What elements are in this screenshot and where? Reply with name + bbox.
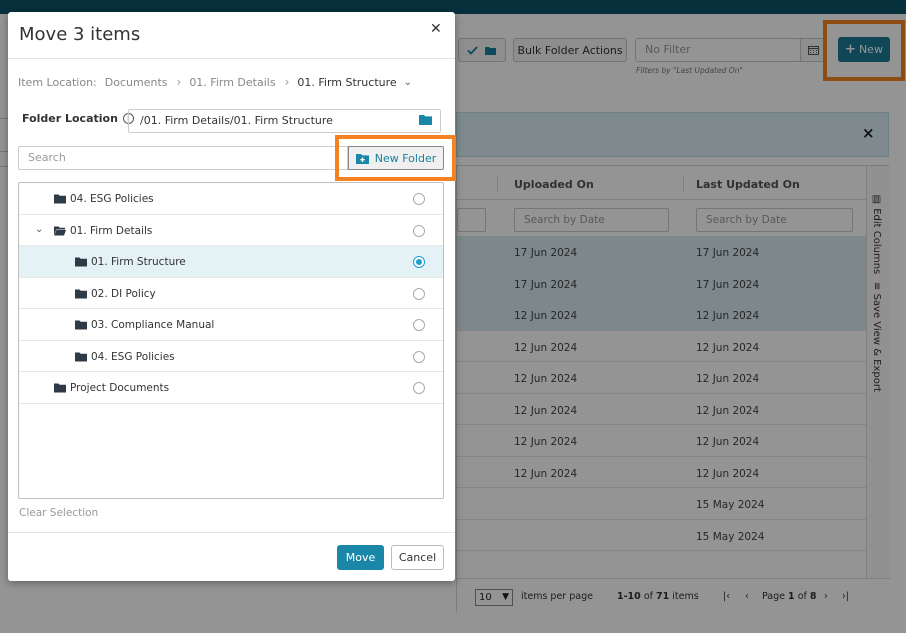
folder-radio[interactable] bbox=[413, 287, 425, 300]
cancel-button[interactable]: Cancel bbox=[391, 545, 444, 570]
folder-icon bbox=[54, 383, 66, 393]
folder-location-input[interactable]: /01. Firm Details/01. Firm Structure bbox=[128, 109, 441, 133]
dialog-header-divider bbox=[8, 58, 455, 59]
folder-tree-label: 02. DI Policy bbox=[75, 288, 156, 300]
folder-name: 04. ESG Policies bbox=[70, 193, 154, 205]
folder-tree-item[interactable]: Project Documents bbox=[19, 372, 443, 404]
dialog-footer-divider bbox=[8, 532, 455, 533]
new-folder-button[interactable]: New Folder bbox=[348, 146, 444, 170]
chevron-right-icon: › bbox=[284, 75, 290, 89]
breadcrumb-item-firm-structure[interactable]: 01. Firm Structure bbox=[297, 76, 396, 89]
folder-name: 04. ESG Policies bbox=[91, 350, 175, 363]
folder-tree-label: Project Documents bbox=[54, 382, 169, 394]
chevron-down-icon[interactable]: ⌄ bbox=[35, 224, 43, 235]
folder-radio[interactable] bbox=[413, 193, 425, 205]
folder-icon bbox=[75, 320, 87, 330]
folder-location-label: Folder Location i bbox=[22, 112, 134, 125]
folder-tree-item[interactable]: 04. ESG Policies bbox=[19, 341, 443, 372]
folder-tree-item[interactable]: 03. Compliance Manual bbox=[19, 309, 443, 341]
breadcrumb: Item Location: Documents › 01. Firm Deta… bbox=[18, 75, 412, 89]
folder-search-input[interactable]: Search bbox=[18, 146, 348, 170]
folder-tree-label: 01. Firm Details bbox=[54, 225, 152, 237]
breadcrumb-item-firm-details[interactable]: 01. Firm Details bbox=[189, 76, 275, 89]
folder-tree: 04. ESG Policies ⌄ 01. Firm Details 01. Fir… bbox=[18, 182, 444, 499]
clear-selection-link[interactable]: Clear Selection bbox=[19, 507, 98, 519]
folder-tree-label: 03. Compliance Manual bbox=[75, 319, 214, 331]
chevron-right-icon: › bbox=[176, 75, 182, 89]
move-items-dialog: Move 3 items ✕ Item Location: Documents … bbox=[8, 12, 456, 581]
folder-tree-label: 04. ESG Policies bbox=[75, 351, 175, 363]
breadcrumb-item-documents[interactable]: Documents bbox=[105, 76, 168, 89]
folder-tree-label: 01. Firm Structure bbox=[75, 256, 186, 268]
folder-name: 03. Compliance Manual bbox=[91, 319, 215, 331]
folder-tree-label: 04. ESG Policies bbox=[54, 193, 154, 205]
folder-radio[interactable] bbox=[413, 319, 425, 331]
close-icon[interactable]: ✕ bbox=[430, 21, 442, 37]
new-folder-label: New Folder bbox=[374, 151, 437, 165]
folder-tree-item[interactable]: 04. ESG Policies bbox=[19, 183, 443, 215]
folder-icon bbox=[54, 194, 66, 204]
chevron-down-icon[interactable]: ⌄ bbox=[404, 77, 412, 88]
folder-name: 01. Firm Details bbox=[70, 224, 153, 237]
folder-icon bbox=[75, 352, 87, 361]
folder-radio[interactable] bbox=[413, 256, 425, 268]
move-button[interactable]: Move bbox=[337, 545, 384, 570]
folder-open-icon bbox=[54, 226, 66, 235]
folder-tree-item[interactable]: 02. DI Policy bbox=[19, 278, 443, 309]
folder-name: 01. Firm Structure bbox=[91, 256, 186, 268]
folder-icon[interactable] bbox=[419, 114, 432, 125]
folder-radio[interactable] bbox=[413, 224, 425, 237]
folder-icon bbox=[75, 289, 87, 298]
folder-icon bbox=[75, 257, 87, 267]
folder-plus-icon bbox=[355, 153, 369, 164]
breadcrumb-label: Item Location: bbox=[18, 75, 97, 89]
folder-radio[interactable] bbox=[413, 350, 425, 363]
folder-tree-item[interactable]: ⌄ 01. Firm Details bbox=[19, 215, 443, 246]
folder-name: 02. DI Policy bbox=[91, 287, 156, 300]
folder-radio[interactable] bbox=[413, 382, 425, 394]
folder-name: Project Documents bbox=[70, 382, 170, 394]
dialog-title: Move 3 items bbox=[19, 24, 141, 45]
folder-tree-item[interactable]: 01. Firm Structure bbox=[19, 246, 443, 278]
